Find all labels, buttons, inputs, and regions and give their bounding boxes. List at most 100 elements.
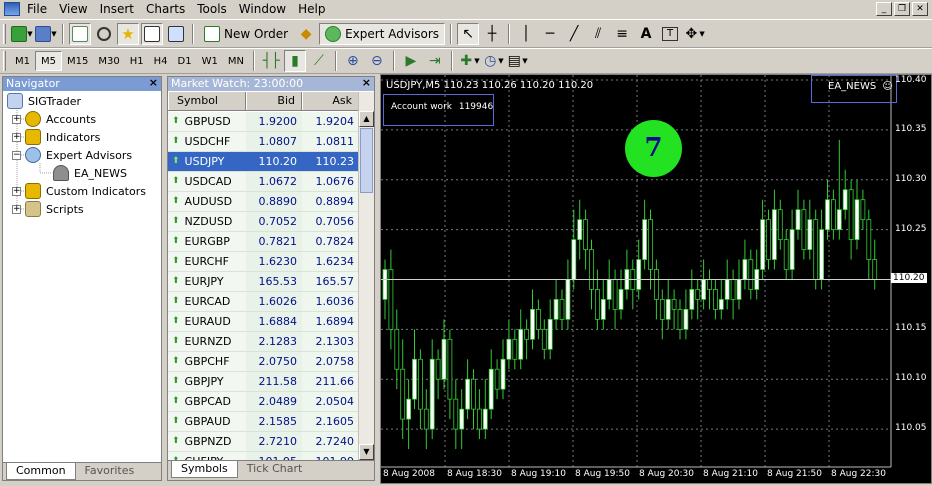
timeframe-m5[interactable]: M5 [35,51,62,71]
market-watch-row[interactable]: ⬆ USDJPY 110.20 110.23 [168,152,359,172]
timeframe-d1[interactable]: D1 [173,51,197,71]
market-watch-row[interactable]: ⬆ EURJPY 165.53 165.57 [168,272,359,292]
candlestick-button[interactable]: ▮ [283,50,306,72]
column-header-ask[interactable]: Ask [302,92,359,110]
terminal-toggle[interactable] [141,22,163,45]
ea-status-box[interactable]: EA_NEWS ☺ [811,75,897,103]
zoom-in-button[interactable]: ⊕ [342,50,364,72]
crosshair-tool[interactable]: ┼ [481,23,503,45]
market-watch-row[interactable]: ⬆ GBPCAD 2.0489 2.0504 [168,392,359,412]
market-watch-row[interactable]: ⬆ GBPJPY 211.58 211.66 [168,372,359,392]
vertical-line-tool[interactable]: │ [515,23,537,45]
equidistant-channel-tool[interactable]: ⫽ [587,23,609,45]
tab-tick-chart[interactable]: Tick Chart [238,461,312,478]
metaeditor-button[interactable]: ◆ [295,23,317,45]
expert-advisors-button[interactable]: Expert Advisors [319,22,446,45]
periods-button[interactable]: ◷ ▼ [482,50,504,72]
market-watch-row[interactable]: ⬆ EURCHF 1.6230 1.6234 [168,252,359,272]
tab-favorites[interactable]: Favorites [76,463,144,480]
fibonacci-tool[interactable]: ≡ [611,23,633,45]
tree-item-accounts[interactable]: + Accounts [12,110,96,128]
restore-icon[interactable]: ❐ [894,2,910,16]
tab-symbols[interactable]: Symbols [171,461,238,478]
timeframe-m30[interactable]: M30 [93,51,124,71]
tree-item-scripts[interactable]: + Scripts [12,200,84,218]
menu-view[interactable]: View [56,0,96,18]
collapse-minus-icon[interactable]: − [12,150,21,160]
text-a-icon: A [640,25,652,42]
scroll-down-icon[interactable]: ▼ [359,444,374,460]
navigator-toggle[interactable] [93,23,115,45]
expand-plus-icon[interactable]: + [12,204,21,214]
market-watch-row[interactable]: ⬆ CHFJPY 101.95101.99 [168,452,359,460]
cursor-tool[interactable]: ↖ [457,22,480,45]
line-chart-button[interactable]: ⟋ [308,50,330,72]
scroll-thumb[interactable] [360,128,373,193]
market-watch-row[interactable]: ⬆ GBPNZD 2.7210 2.7240 [168,432,359,452]
trendline-tool[interactable]: ╱ [563,23,585,45]
autoscroll-button[interactable]: ▶ [400,50,422,72]
templates-button[interactable]: ▤ ▼ [506,50,528,72]
market-watch-row[interactable]: ⬆ GBPAUD 2.1585 2.1605 [168,412,359,432]
market-watch-row[interactable]: ⬆ GBPUSD 1.9200 1.9204 [168,112,359,132]
market-watch-toggle[interactable] [69,22,91,45]
column-header-bid[interactable]: Bid [246,92,302,110]
text-label-tool[interactable]: T [659,23,681,45]
market-watch-row[interactable]: ⬆ USDCHF 1.0807 1.0811 [168,132,359,152]
strategy-tester-toggle[interactable] [165,23,187,45]
timeframe-h4[interactable]: H4 [149,51,173,71]
expand-plus-icon[interactable]: + [12,114,21,124]
market-watch-close-icon[interactable]: × [362,76,371,90]
timeframe-m15[interactable]: M15 [62,51,93,71]
indicators-button[interactable]: ✚ ▼ [458,50,480,72]
profiles-button[interactable]: ▼ [35,23,57,45]
chart-shift-button[interactable]: ⇥ [424,50,446,72]
tree-item-indicators[interactable]: + Indicators [12,128,100,146]
expand-plus-icon[interactable]: + [12,132,21,142]
column-header-symbol[interactable]: Symbol [168,92,246,110]
expand-plus-icon[interactable]: + [12,186,21,196]
market-watch-row[interactable]: ⬆ USDCAD 1.0672 1.0676 [168,172,359,192]
bar-chart-button[interactable]: ┤├ [260,50,282,72]
new-order-button[interactable]: New Order [199,23,293,45]
time-tick-label: 8 Aug 20:30 [639,469,694,479]
text-tool[interactable]: A [635,23,657,45]
up-arrow-icon: ⬆ [172,376,180,386]
candle-bull [577,219,583,240]
market-watch-row[interactable]: ⬆ NZDUSD 0.7052 0.7056 [168,212,359,232]
minimize-icon[interactable]: _ [876,2,892,16]
tree-item-ea-news[interactable]: EA_NEWS [53,164,127,182]
tree-item-expert-advisors[interactable]: − Expert Advisors [12,146,132,164]
tree-item-sigtrader[interactable]: SIGTrader [7,92,81,110]
zoom-out-button[interactable]: ⊖ [366,50,388,72]
market-watch-row[interactable]: ⬆ EURAUD 1.6884 1.6894 [168,312,359,332]
toolbar-grip[interactable] [3,23,6,44]
timeframe-m1[interactable]: M1 [10,51,35,71]
timeframe-h1[interactable]: H1 [125,51,149,71]
menu-help[interactable]: Help [295,0,334,18]
timeframe-mn[interactable]: MN [223,51,249,71]
chart-window[interactable]: USDJPY,M5 110.23 110.26 110.20 110.20 Ac… [380,74,932,484]
new-chart-button[interactable]: ▼ [11,23,33,45]
menu-window[interactable]: Window [236,0,295,18]
tab-common[interactable]: Common [6,463,76,480]
menu-file[interactable]: File [24,0,56,18]
horizontal-line-tool[interactable]: ─ [539,23,561,45]
arrows-tool[interactable]: ✥ ▼ [683,23,705,45]
tree-item-custom-indicators[interactable]: + Custom Indicators [12,182,146,200]
market-watch-row[interactable]: ⬆ EURNZD 2.1283 2.1303 [168,332,359,352]
menu-insert[interactable]: Insert [97,0,143,18]
menu-tools[interactable]: Tools [194,0,236,18]
navigator-close-icon[interactable]: × [149,76,158,90]
market-watch-row[interactable]: ⬆ EURCAD 1.6026 1.6036 [168,292,359,312]
close-icon[interactable]: ✕ [912,2,928,16]
menu-charts[interactable]: Charts [143,0,194,18]
toolbar-grip[interactable] [3,51,6,71]
market-watch-row[interactable]: ⬆ AUDUSD 0.8890 0.8894 [168,192,359,212]
market-watch-row[interactable]: ⬆ EURGBP 0.7821 0.7824 [168,232,359,252]
timeframe-w1[interactable]: W1 [197,51,223,71]
scroll-up-icon[interactable]: ▲ [359,111,374,127]
market-watch-row[interactable]: ⬆ GBPCHF 2.0750 2.0758 [168,352,359,372]
market-watch-scrollbar[interactable]: ▲ ▼ [358,92,374,460]
data-window-toggle[interactable]: ★ [117,22,139,45]
